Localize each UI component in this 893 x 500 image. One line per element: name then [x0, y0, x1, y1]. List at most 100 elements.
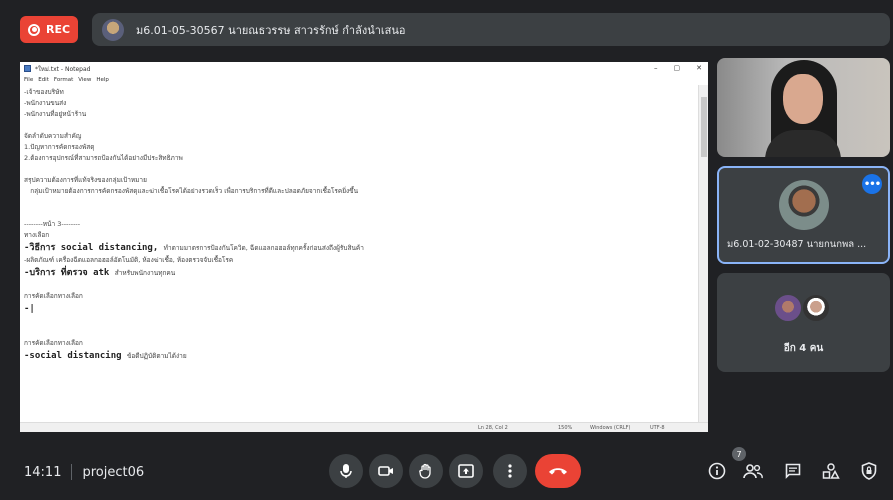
notepad-line: 2.ต้องการอุปกรณ์ที่สามารถป้องกันได้อย่าง…	[24, 153, 692, 164]
activities-icon	[822, 463, 840, 479]
notepad-line: -เจ้าของบริษัท	[24, 87, 692, 98]
notepad-line-text: -บริการ ที่ตรวจ atk	[24, 268, 115, 278]
minimize-icon[interactable]: –	[654, 64, 658, 72]
notepad-line	[24, 164, 692, 175]
notepad-line: ทางเลือก	[24, 230, 692, 241]
menu-edit[interactable]: Edit	[38, 77, 49, 83]
camera-button[interactable]	[369, 454, 403, 488]
activities-button[interactable]	[819, 459, 843, 483]
info-icon	[708, 462, 726, 480]
presenter-banner[interactable]: ม6.01-05-30567 นายณธวรรษ สาวรรักษ์ กำลัง…	[92, 13, 890, 46]
participant-video	[765, 60, 841, 157]
avatar	[773, 293, 803, 323]
notepad-line	[24, 327, 692, 338]
host-controls-button[interactable]	[857, 459, 881, 483]
mic-icon	[340, 464, 352, 478]
presenter-text: ม6.01-05-30567 นายณธวรรษ สาวรรักษ์ กำลัง…	[136, 23, 406, 37]
notepad-line: -|	[24, 302, 692, 316]
notepad-line-text: -พนักงานขนส่ง	[24, 99, 67, 107]
participants-count-badge: 7	[732, 447, 746, 461]
chat-icon	[785, 463, 801, 479]
recording-label: REC	[46, 23, 71, 36]
notepad-line: -พนักงานขนส่ง	[24, 98, 692, 109]
people-button[interactable]	[741, 459, 765, 483]
menu-format[interactable]: Format	[54, 77, 73, 83]
close-icon[interactable]: ✕	[696, 64, 702, 72]
recording-indicator[interactable]: REC	[20, 16, 78, 43]
menu-view[interactable]: View	[78, 77, 91, 83]
notepad-line	[24, 120, 692, 131]
raise-hand-button[interactable]	[409, 454, 443, 488]
notepad-line-text: -พนักงานที่อยู่หน้าร้าน	[24, 110, 87, 118]
maximize-icon[interactable]: ▢	[674, 64, 681, 72]
notepad-line: -ผลิตภัณฑ์ เครื่องฉีดแอลกอฮอล์อัตโนมัติ,…	[24, 255, 692, 266]
more-vert-icon	[508, 464, 512, 478]
mic-button[interactable]	[329, 454, 363, 488]
notepad-line: -social distancing ข้อดีปฏิบัติตามได้ง่า…	[24, 349, 692, 363]
hangup-icon	[549, 468, 567, 475]
notepad-line: 1.ปัญหาการคัดกรองพัสดุ	[24, 142, 692, 153]
notepad-line: จัดลำดับความสำคัญ	[24, 131, 692, 142]
divider	[71, 464, 73, 480]
notepad-menubar: File Edit Format View Help	[20, 75, 708, 85]
notepad-line-text: -เจ้าของบริษัท	[24, 88, 64, 96]
notepad-line-text: --------หน้า 3--------	[24, 220, 81, 228]
menu-help[interactable]: Help	[96, 77, 109, 83]
scrollbar[interactable]	[698, 85, 708, 422]
meeting-code: project06	[82, 464, 145, 480]
notepad-line-note: ข้อดีปฏิบัติตามได้ง่าย	[126, 352, 187, 360]
more-options-menu-button[interactable]	[493, 454, 527, 488]
people-icon	[743, 464, 763, 479]
chat-button[interactable]	[781, 459, 805, 483]
notepad-line-text: การคัดเลือกทางเลือก	[24, 339, 83, 347]
notepad-text-area[interactable]: -เจ้าของบริษัท -พนักงานขนส่ง -พนักงานที่อย…	[20, 85, 696, 422]
notepad-line-note: ทำตามมาตรการป้องกันโควิด, ฉีดแอลกอฮอล์ทุ…	[163, 244, 364, 252]
notepad-line-text: -social distancing	[24, 351, 127, 361]
host-controls-icon	[861, 462, 877, 480]
notepad-line	[24, 316, 692, 327]
participant-avatar	[779, 180, 829, 230]
more-options-button[interactable]: •••	[862, 174, 882, 194]
notepad-line-text: -|	[24, 304, 35, 314]
notepad-line	[24, 280, 692, 291]
notepad-line-text: การคัดเลือกทางเลือก	[24, 292, 83, 300]
window-controls: – ▢ ✕	[654, 64, 702, 72]
notepad-line: -วิธีการ social distancing, ทำตามมาตรการ…	[24, 241, 692, 255]
notepad-line	[24, 208, 692, 219]
notepad-title: *ใหม่.txt - Notepad	[35, 65, 91, 73]
notepad-line-text: จัดลำดับความสำคัญ	[24, 132, 82, 140]
notepad-titlebar: *ใหม่.txt - Notepad	[20, 62, 708, 75]
others-tile[interactable]: อีก 4 คน	[717, 273, 890, 372]
notepad-line: -บริการ ที่ตรวจ atk สำหรับพนักงานทุกคน	[24, 266, 692, 280]
notepad-line-text: -ผลิตภัณฑ์ เครื่องฉีดแอลกอฮอล์อัตโนมัติ,…	[24, 256, 234, 264]
notepad-line: สรุปความต้องการที่แท้จริงของกลุ่มเป้าหมา…	[24, 175, 692, 186]
self-video-tile[interactable]	[717, 58, 890, 157]
raise-hand-icon	[419, 463, 431, 479]
notepad-line: การคัดเลือกทางเลือก	[24, 291, 692, 302]
camera-icon	[378, 466, 393, 476]
participant-name: ม6.01-02-30487 นายกนกพล ...	[727, 239, 867, 250]
notepad-icon	[24, 65, 31, 72]
notepad-line-text: -วิธีการ social distancing,	[24, 243, 164, 253]
present-button[interactable]	[449, 454, 483, 488]
notepad-line: -พนักงานที่อยู่หน้าร้าน	[24, 109, 692, 120]
encoding: UTF-8	[650, 425, 665, 431]
menu-file[interactable]: File	[24, 77, 33, 83]
meeting-details: 14:11 project06	[24, 464, 144, 480]
notepad-line-text: 1.ปัญหาการคัดกรองพัสดุ	[24, 143, 95, 151]
notepad-statusbar: Ln 28, Col 2 150% Windows (CRLF) UTF-8	[20, 422, 708, 432]
zoom-level: 150%	[558, 425, 573, 431]
meeting-time: 14:11	[24, 464, 62, 480]
scrollbar-thumb[interactable]	[701, 97, 707, 157]
leave-call-button[interactable]	[535, 454, 581, 488]
present-icon	[458, 464, 474, 478]
notepad-line-text: ทางเลือก	[24, 231, 50, 239]
line-ending: Windows (CRLF)	[590, 425, 631, 431]
avatar	[801, 293, 831, 323]
presenter-avatar	[102, 18, 124, 41]
notepad-line-note: สำหรับพนักงานทุกคน	[114, 269, 176, 277]
notepad-line-text: กลุ่มเป้าหมายต้องการการคัดกรองพัสดุและฆ่…	[24, 187, 359, 195]
participant-tile[interactable]: ••• ม6.01-02-30487 นายกนกพล ...	[717, 166, 890, 264]
cursor-position: Ln 28, Col 2	[478, 425, 508, 431]
meeting-info-button[interactable]	[705, 459, 729, 483]
